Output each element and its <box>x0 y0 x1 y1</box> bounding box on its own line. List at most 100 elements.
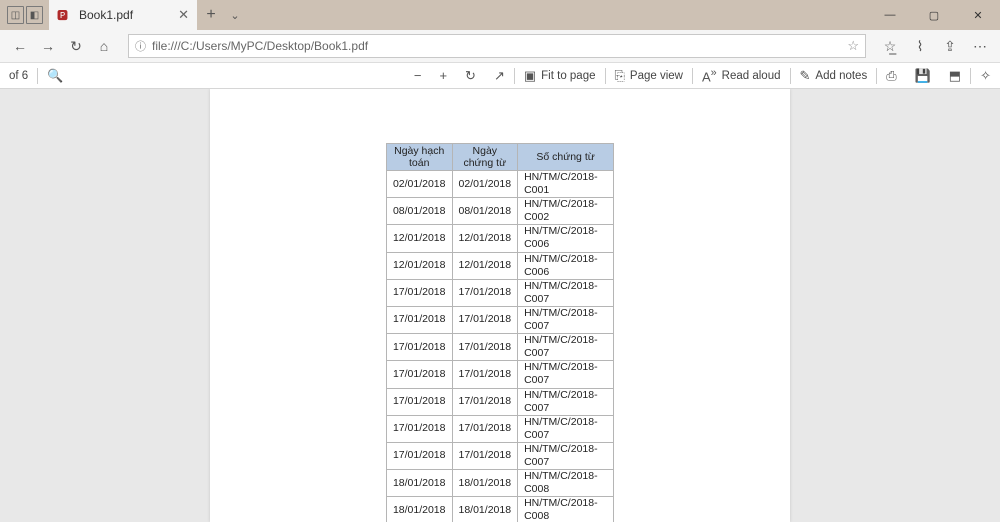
cell: 18/01/2018 <box>386 470 452 497</box>
toolbar-right: ☆̲ ⌇ ⇪ ⋯ <box>872 38 994 55</box>
tab-title: Book1.pdf <box>79 8 133 22</box>
favorite-star-icon[interactable]: ☆ <box>847 38 859 54</box>
cell: HN/TM/C/2018-C006 <box>518 225 614 252</box>
table-row: 12/01/201812/01/2018HN/TM/C/2018-C006 <box>386 252 613 279</box>
cell: 12/01/2018 <box>386 252 452 279</box>
table-row: 08/01/201808/01/2018HN/TM/C/2018-C002 <box>386 198 613 225</box>
back-button[interactable]: ← <box>6 32 34 60</box>
pen-icon: ✎ <box>800 68 811 84</box>
print-icon: ⎙ <box>886 68 896 84</box>
readaloud-icon: A» <box>702 67 717 84</box>
cell: 17/01/2018 <box>386 306 452 333</box>
tab-menu-chevron-icon[interactable]: ⌄ <box>225 9 245 22</box>
rotate-button[interactable]: ↻ <box>456 63 485 88</box>
title-bar: ◫ ◧ 🅿 Book1.pdf ✕ + ⌄ — ▢ ✕ <box>0 0 1000 30</box>
browser-tab[interactable]: 🅿 Book1.pdf ✕ <box>49 0 197 30</box>
pageview-icon: ⎘ <box>615 68 625 84</box>
show-tabs-icon[interactable]: ◧ <box>26 6 43 24</box>
save-button[interactable]: 💾 <box>906 63 940 88</box>
cell: HN/TM/C/2018-C002 <box>518 198 614 225</box>
cell: 17/01/2018 <box>386 442 452 469</box>
pdf-page: Ngày hạch toán Ngày chứng từ Số chứng từ… <box>210 89 790 522</box>
search-icon: 🔍 <box>47 68 63 84</box>
plus-icon: + <box>439 68 447 83</box>
saveas-icon: ⬒ <box>949 68 961 84</box>
save-icon: 💾 <box>915 68 931 84</box>
new-tab-button[interactable]: + <box>197 6 225 24</box>
cell: 17/01/2018 <box>452 388 518 415</box>
maximize-button[interactable]: ▢ <box>912 0 956 30</box>
pdf-toolbar: of 6 🔍 − + ↻ ↗ ▣Fit to page ⎘Page view A… <box>0 63 1000 89</box>
home-button[interactable]: ⌂ <box>90 32 118 60</box>
table-row: 18/01/201818/01/2018HN/TM/C/2018-C008 <box>386 470 613 497</box>
saveas-button[interactable]: ⬒ <box>940 63 970 88</box>
col-header: Ngày hạch toán <box>386 144 452 171</box>
reading-list-icon[interactable]: ⌇ <box>906 38 934 55</box>
find-button[interactable]: 🔍 <box>38 63 72 88</box>
zoom-in-button[interactable]: + <box>430 63 456 88</box>
cell: 17/01/2018 <box>452 306 518 333</box>
print-button[interactable]: ⎙ <box>877 63 905 88</box>
table-row: 02/01/201802/01/2018HN/TM/C/2018-C001 <box>386 171 613 198</box>
expand-icon: ↗ <box>494 68 505 84</box>
cell: 18/01/2018 <box>452 497 518 522</box>
cell: HN/TM/C/2018-C001 <box>518 171 614 198</box>
cell: HN/TM/C/2018-C006 <box>518 252 614 279</box>
cell: 17/01/2018 <box>452 415 518 442</box>
cell: 08/01/2018 <box>386 198 452 225</box>
table-row: 17/01/201817/01/2018HN/TM/C/2018-C007 <box>386 279 613 306</box>
close-tab-icon[interactable]: ✕ <box>178 7 189 23</box>
tabs-aside-icon[interactable]: ◫ <box>7 6 24 24</box>
table-header-row: Ngày hạch toán Ngày chứng từ Số chứng từ <box>386 144 613 171</box>
minus-icon: − <box>414 68 422 83</box>
cell: HN/TM/C/2018-C007 <box>518 306 614 333</box>
fit-icon: ▣ <box>524 68 536 84</box>
table-row: 17/01/201817/01/2018HN/TM/C/2018-C007 <box>386 415 613 442</box>
cell: HN/TM/C/2018-C007 <box>518 415 614 442</box>
cell: 17/01/2018 <box>386 361 452 388</box>
cell: 12/01/2018 <box>452 252 518 279</box>
cell: HN/TM/C/2018-C008 <box>518 470 614 497</box>
fit-to-page-button[interactable]: ▣Fit to page <box>515 63 605 88</box>
favorites-icon[interactable]: ☆̲ <box>876 38 904 55</box>
refresh-button[interactable]: ↻ <box>62 32 90 60</box>
page-view-button[interactable]: ⎘Page view <box>606 63 692 88</box>
expand-button[interactable]: ↗ <box>485 63 514 88</box>
data-table: Ngày hạch toán Ngày chứng từ Số chứng từ… <box>386 143 614 522</box>
cell: 18/01/2018 <box>452 470 518 497</box>
more-menu-icon[interactable]: ⋯ <box>966 38 994 55</box>
forward-button[interactable]: → <box>34 32 62 60</box>
share-icon[interactable]: ⇪ <box>936 38 964 55</box>
pin-toolbar-button[interactable]: ✧ <box>971 63 1000 88</box>
cell: HN/TM/C/2018-C007 <box>518 442 614 469</box>
add-notes-button[interactable]: ✎Add notes <box>791 63 877 88</box>
read-aloud-button[interactable]: A»Read aloud <box>693 63 790 88</box>
table-row: 17/01/201817/01/2018HN/TM/C/2018-C007 <box>386 442 613 469</box>
minimize-button[interactable]: — <box>868 0 912 30</box>
table-row: 17/01/201817/01/2018HN/TM/C/2018-C007 <box>386 388 613 415</box>
cell: 17/01/2018 <box>386 388 452 415</box>
table-row: 17/01/201817/01/2018HN/TM/C/2018-C007 <box>386 361 613 388</box>
page-indicator[interactable]: of 6 <box>0 63 37 88</box>
cell: HN/TM/C/2018-C007 <box>518 361 614 388</box>
col-header: Ngày chứng từ <box>452 144 518 171</box>
zoom-out-button[interactable]: − <box>405 63 431 88</box>
rotate-icon: ↻ <box>465 68 476 84</box>
cell: 02/01/2018 <box>452 171 518 198</box>
cell: 18/01/2018 <box>386 497 452 522</box>
cell: HN/TM/C/2018-C007 <box>518 388 614 415</box>
url-input[interactable]: ⓘ file:///C:/Users/MyPC/Desktop/Book1.pd… <box>128 34 866 58</box>
window-controls: — ▢ ✕ <box>868 0 1000 30</box>
close-window-button[interactable]: ✕ <box>956 0 1000 30</box>
col-header: Số chứng từ <box>518 144 614 171</box>
cell: HN/TM/C/2018-C007 <box>518 334 614 361</box>
cell: 17/01/2018 <box>452 361 518 388</box>
cell: 17/01/2018 <box>452 279 518 306</box>
site-info-icon[interactable]: ⓘ <box>135 38 146 54</box>
cell: 17/01/2018 <box>452 334 518 361</box>
address-bar: ← → ↻ ⌂ ⓘ file:///C:/Users/MyPC/Desktop/… <box>0 30 1000 63</box>
pdf-viewport[interactable]: Ngày hạch toán Ngày chứng từ Số chứng từ… <box>0 89 1000 522</box>
cell: 17/01/2018 <box>452 442 518 469</box>
cell: 08/01/2018 <box>452 198 518 225</box>
url-text: file:///C:/Users/MyPC/Desktop/Book1.pdf <box>152 39 368 53</box>
